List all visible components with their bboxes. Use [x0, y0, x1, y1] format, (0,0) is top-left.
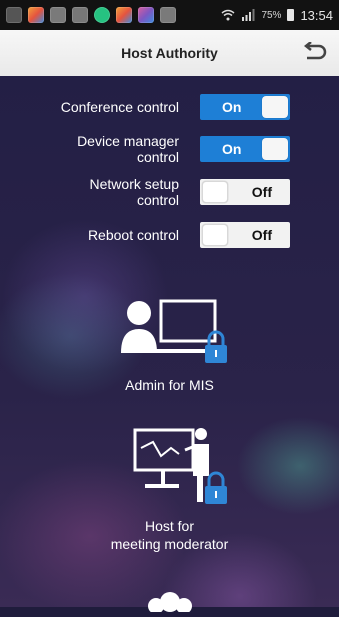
control-label-line: Network setup — [89, 176, 179, 192]
chat-icon — [6, 7, 22, 23]
control-row-conference: Conference control On — [0, 91, 339, 123]
presenter-lock-icon — [133, 428, 227, 504]
photos-icon — [116, 7, 132, 23]
control-label: Reboot control — [87, 227, 179, 243]
role-label-line: Host for — [144, 518, 194, 534]
system-status: 75% 13:54 — [221, 8, 333, 23]
camera-icon — [50, 7, 66, 23]
photos-icon — [28, 7, 44, 23]
conference-control-toggle[interactable]: On — [200, 94, 290, 120]
status-bar: 75% 13:54 — [0, 0, 339, 30]
toggle-state-label: Off — [251, 184, 272, 200]
back-button[interactable] — [301, 40, 327, 66]
control-label: Device manager control — [77, 133, 179, 165]
toggle-state-label: Off — [251, 227, 272, 243]
battery-percent: 75% — [261, 9, 282, 21]
photos-icon — [138, 7, 154, 23]
notification-icons — [6, 7, 176, 23]
device-manager-control-toggle[interactable]: On — [200, 136, 290, 162]
signal-icon — [242, 9, 255, 21]
app-bar: Host Authority — [0, 30, 339, 77]
gallery-icon — [72, 7, 88, 23]
control-label: Network setup control — [90, 176, 179, 208]
toggle-knob — [262, 96, 288, 118]
admin-lock-icon — [120, 299, 227, 363]
camera-icon — [160, 7, 176, 23]
role-host-for-meeting-moderator[interactable]: Host for meeting moderator — [0, 426, 339, 553]
network-setup-control-toggle[interactable]: Off — [200, 179, 290, 205]
control-row-reboot: Reboot control Off — [0, 219, 339, 251]
role-label: Host for meeting moderator — [0, 517, 339, 553]
toggle-state-label: On — [222, 141, 242, 157]
group-icon — [147, 592, 192, 614]
control-label: Conference control — [60, 99, 179, 115]
main-content: Conference control On Device manager con… — [0, 76, 339, 614]
toggle-state-label: On — [222, 99, 242, 115]
control-row-network-setup: Network setup control Off — [0, 176, 339, 208]
whatsapp-icon — [94, 7, 110, 23]
wifi-icon — [221, 9, 235, 21]
page-title: Host Authority — [121, 45, 218, 61]
control-label-line: control — [136, 192, 179, 208]
role-label-line: meeting moderator — [110, 536, 229, 552]
role-group[interactable] — [0, 592, 339, 617]
toggle-knob — [262, 138, 288, 160]
clock: 13:54 — [300, 7, 333, 23]
control-row-device-manager: Device manager control On — [0, 133, 339, 165]
back-icon — [303, 42, 327, 60]
role-label: Admin for MIS — [125, 377, 214, 393]
reboot-control-toggle[interactable]: Off — [200, 222, 290, 248]
control-label-line: Device manager — [77, 133, 179, 149]
role-admin-for-mis[interactable]: Admin for MIS — [0, 293, 339, 394]
control-label-line: control — [136, 149, 179, 165]
toggle-knob — [202, 181, 228, 203]
battery-icon — [287, 9, 295, 21]
toggle-knob — [202, 224, 228, 246]
